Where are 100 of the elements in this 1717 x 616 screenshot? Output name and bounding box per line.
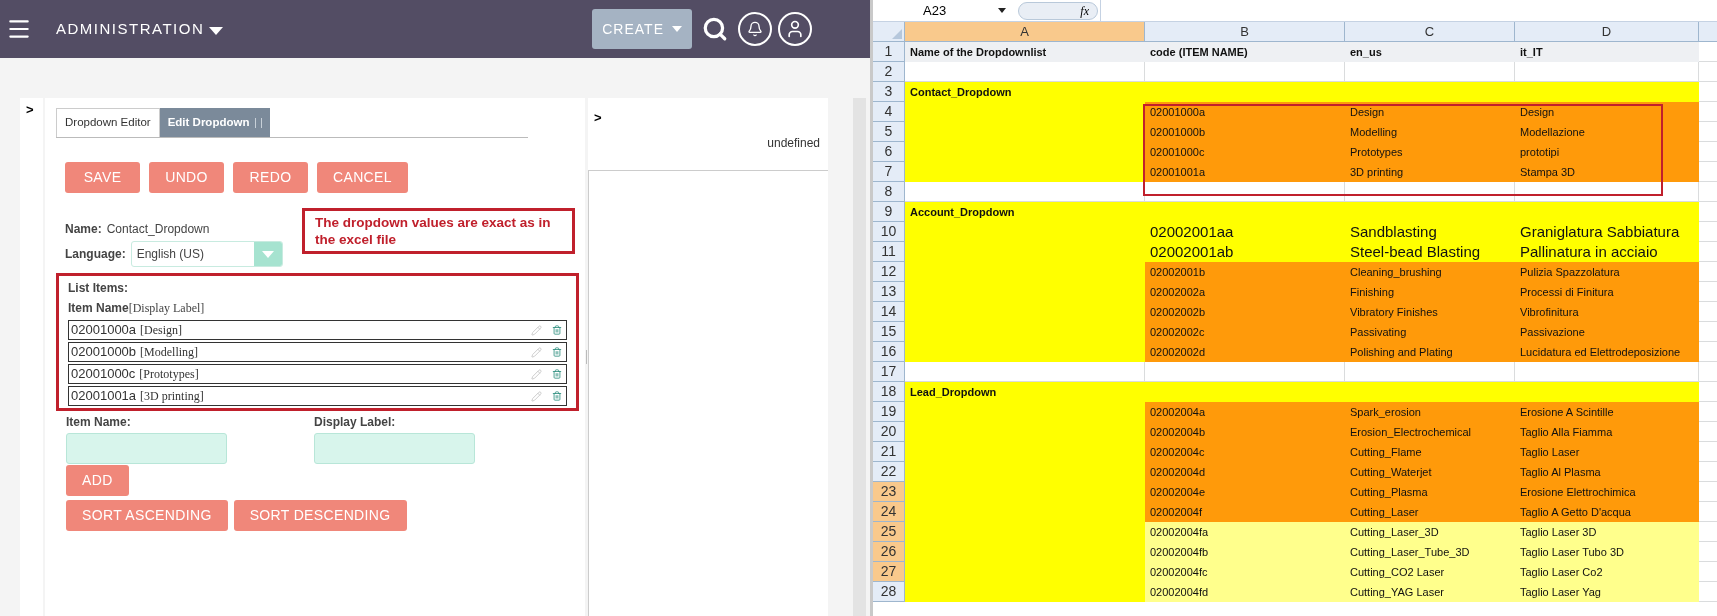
row-number[interactable]: 27 <box>873 562 905 582</box>
sheet-cell: en_us <box>1345 42 1515 62</box>
item-name-field[interactable] <box>66 433 227 464</box>
trash-icon[interactable] <box>552 325 562 335</box>
sheet-cell: Spark_erosion <box>1345 402 1515 422</box>
sheet-cell: Taglio Laser <box>1515 442 1699 462</box>
row-number[interactable]: 15 <box>873 322 905 342</box>
sheet-cell: prototipi <box>1515 142 1699 162</box>
row-number[interactable]: 16 <box>873 342 905 362</box>
display-label-field[interactable] <box>314 433 475 464</box>
row-number[interactable]: 22 <box>873 462 905 482</box>
row-number[interactable]: 13 <box>873 282 905 302</box>
row-number[interactable]: 17 <box>873 362 905 382</box>
caret-icon[interactable] <box>998 8 1006 13</box>
row-number[interactable]: 23 <box>873 482 905 502</box>
panel-text: undefined <box>767 134 820 152</box>
sheet-cell: Cleaning_brushing <box>1345 262 1515 282</box>
sheet-cell: Finishing <box>1345 282 1515 302</box>
sheet-cell: 02002004fd <box>1145 582 1345 602</box>
list-item[interactable]: 02001000b [Modelling] <box>68 342 567 362</box>
column-header <box>1699 22 1717 42</box>
sheet-cell: 02001000b <box>1145 122 1345 142</box>
row-number[interactable]: 19 <box>873 402 905 422</box>
sheet-cell: 02002001b <box>1145 262 1345 282</box>
sheet-cell: 02002004b <box>1145 422 1345 442</box>
user-avatar-icon[interactable] <box>778 12 812 46</box>
row-number[interactable]: 28 <box>873 582 905 602</box>
sheet-cell: Taglio A Getto D'acqua <box>1515 502 1699 522</box>
row-number[interactable]: 14 <box>873 302 905 322</box>
row-number[interactable]: 25 <box>873 522 905 542</box>
trash-icon[interactable] <box>552 347 562 357</box>
caret-icon <box>261 250 274 258</box>
tab[interactable]: Edit Dropdown <box>159 108 271 137</box>
list-item[interactable]: 02001001a [3D printing] <box>68 386 567 406</box>
sheet-cell: Account_Dropdown <box>905 202 1145 222</box>
row-number[interactable]: 20 <box>873 422 905 442</box>
row-number[interactable]: 4 <box>873 102 905 122</box>
row-number[interactable]: 21 <box>873 442 905 462</box>
caret-icon[interactable] <box>209 27 224 35</box>
sheet-cell: Lead_Dropdown <box>905 382 1145 402</box>
sheet-cell: 02002002a <box>1145 282 1345 302</box>
sheet-cell: Taglio Laser 3D <box>1515 522 1699 542</box>
sheet-cell: Cutting_Flame <box>1345 442 1515 462</box>
sheet-cell: Contact_Dropdown <box>905 82 1145 102</box>
trash-icon[interactable] <box>552 391 562 401</box>
sheet-cell: Taglio Laser Tubo 3D <box>1515 542 1699 562</box>
row-number[interactable]: 2 <box>873 62 905 82</box>
row-number[interactable]: 1 <box>873 42 905 62</box>
row-number[interactable]: 6 <box>873 142 905 162</box>
column-header[interactable]: D <box>1515 22 1699 42</box>
list-item[interactable]: 02001000a [Design] <box>68 320 567 340</box>
sheet-cell: 02001001a <box>1145 162 1345 182</box>
sheet-cell: Modellazione <box>1515 122 1699 142</box>
column-header[interactable]: C <box>1345 22 1515 42</box>
field-label: Item Name: <box>66 415 131 429</box>
sheet-cell: Modelling <box>1345 122 1515 142</box>
row-number[interactable]: 26 <box>873 542 905 562</box>
sheet-cell: Design <box>1515 102 1699 122</box>
expand-toggle[interactable]: > <box>26 100 43 120</box>
expand-toggle[interactable]: > <box>594 108 828 128</box>
sheet-cell: Taglio Laser Co2 <box>1515 562 1699 582</box>
row-number[interactable]: 8 <box>873 182 905 202</box>
row-number[interactable]: 24 <box>873 502 905 522</box>
notification-bell-icon[interactable] <box>738 12 772 46</box>
sheet-cell: Taglio Alla Fiamma <box>1515 422 1699 442</box>
row-number[interactable]: 18 <box>873 382 905 402</box>
sheet-cell: 02002004d <box>1145 462 1345 482</box>
sheet-cell: 02002004fa <box>1145 522 1345 542</box>
row-number[interactable]: 11 <box>873 242 905 262</box>
sheet-cell: 02002002b <box>1145 302 1345 322</box>
name-box[interactable]: A23 <box>923 0 998 21</box>
sheet-cell: 02002004fb <box>1145 542 1345 562</box>
list-item[interactable]: 02001000c [Prototypes] <box>68 364 567 384</box>
row-number[interactable]: 7 <box>873 162 905 182</box>
row-number[interactable]: 12 <box>873 262 905 282</box>
sheet-cell: Cutting_Laser_Tube_3D <box>1345 542 1515 562</box>
row-number[interactable]: 9 <box>873 202 905 222</box>
row-number[interactable]: 10 <box>873 222 905 242</box>
row-number[interactable]: 5 <box>873 122 905 142</box>
module-title[interactable]: ADMINISTRATION <box>56 17 205 41</box>
sheet-cell: Cutting_YAG Laser <box>1345 582 1515 602</box>
column-header[interactable]: B <box>1145 22 1345 42</box>
sheet-cell: Polishing and Plating <box>1345 342 1515 362</box>
annotation-callout: The dropdown values are exact as in the excel file <box>302 208 575 254</box>
sheet-cell: 02001000a <box>1145 102 1345 122</box>
sheet-cell: Cutting_Waterjet <box>1345 462 1515 482</box>
language-select[interactable]: English (US) <box>130 241 283 267</box>
formula-button[interactable]: fx <box>1018 1 1098 20</box>
column-header[interactable]: A <box>905 22 1145 42</box>
sheet-cell: Erosione Elettrochimica <box>1515 482 1699 502</box>
search-icon[interactable] <box>702 16 728 42</box>
sheet-cell: Processi di Finitura <box>1515 282 1699 302</box>
tab[interactable]: Dropdown Editor <box>56 108 160 137</box>
trash-icon[interactable] <box>552 369 562 379</box>
select-all-corner[interactable] <box>873 22 905 42</box>
row-number[interactable]: 3 <box>873 82 905 102</box>
sheet-cell: 02002004a <box>1145 402 1345 422</box>
sheet-cell: 02002004fc <box>1145 562 1345 582</box>
sheet-cell: Sandblasting <box>1345 222 1515 242</box>
sheet-cell: Vibrofinitura <box>1515 302 1699 322</box>
